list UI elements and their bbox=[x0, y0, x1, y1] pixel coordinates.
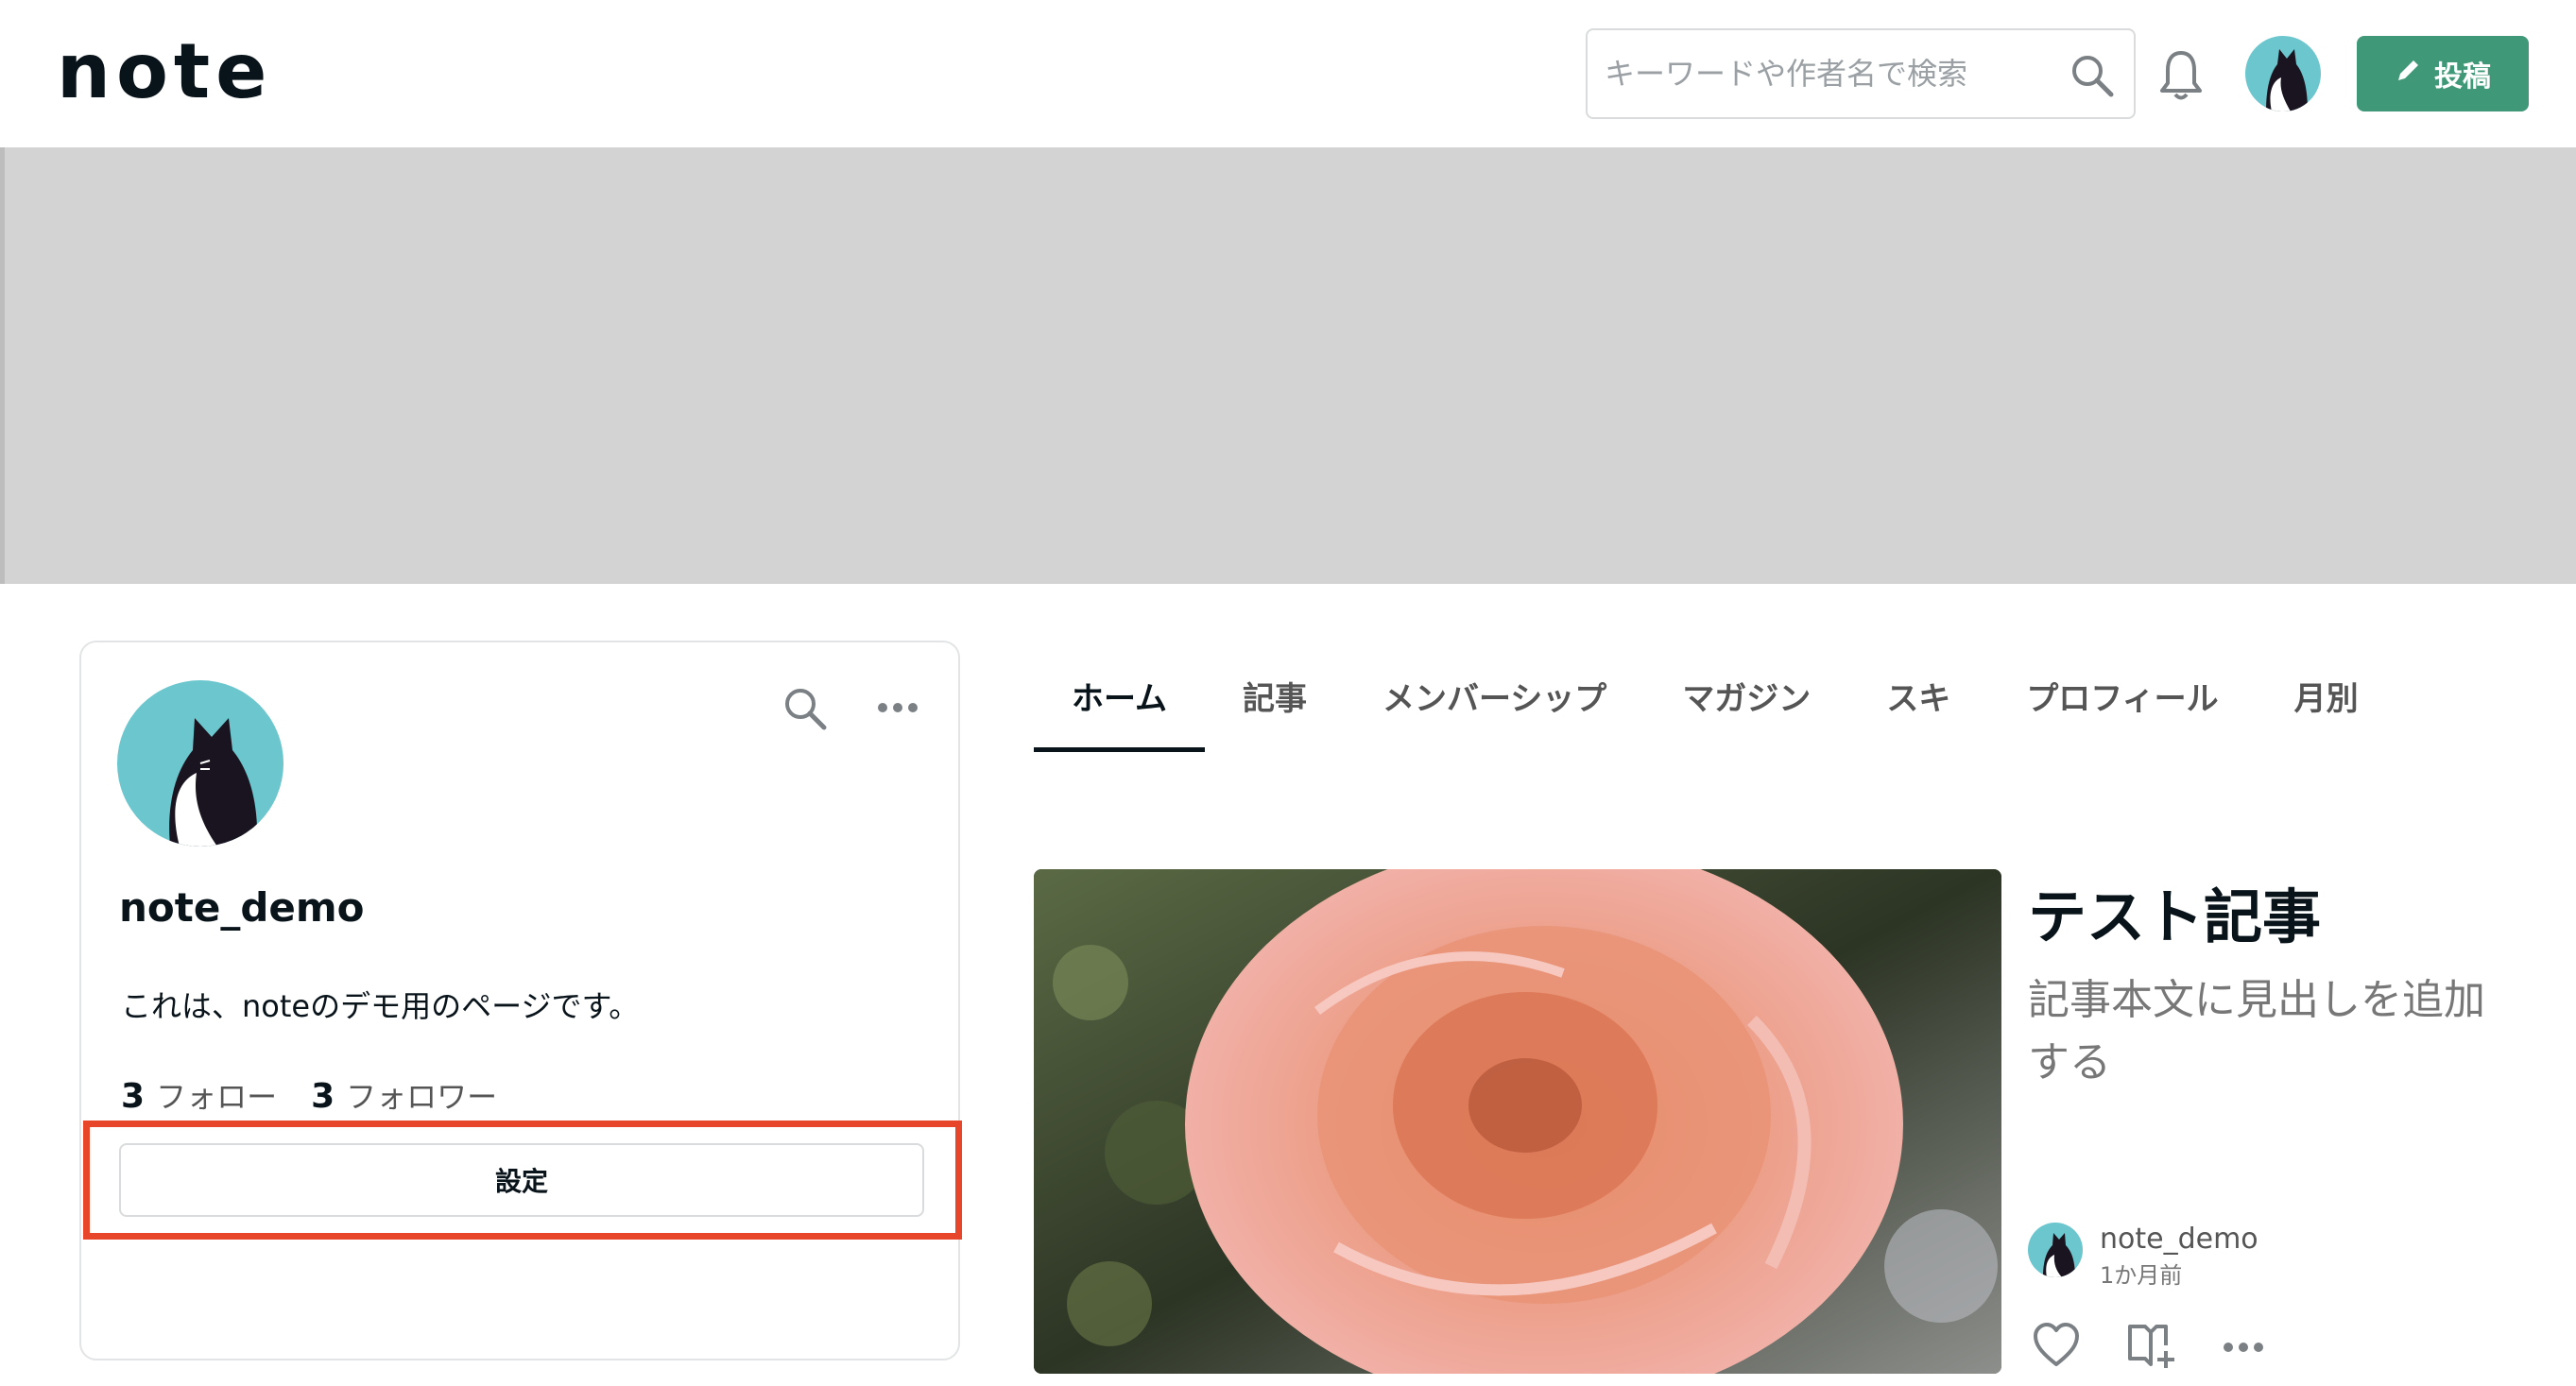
profile-bio: これは、noteのデモ用のページです。 bbox=[121, 988, 640, 1024]
follow-stats: 3 フォロー 3 フォロワー bbox=[121, 1073, 520, 1117]
bell-icon[interactable] bbox=[2156, 47, 2206, 104]
article-time: 1か月前 bbox=[2100, 1262, 2183, 1289]
profile-card: note_demo これは、noteのデモ用のページです。 3 フォロー 3 フ… bbox=[79, 641, 962, 1360]
header-banner bbox=[0, 147, 2576, 584]
pencil-icon bbox=[2395, 56, 2423, 92]
follower-label[interactable]: フォロワー bbox=[346, 1073, 497, 1117]
post-button[interactable]: 投稿 bbox=[2357, 36, 2529, 111]
tab-profile[interactable]: プロフィール bbox=[1988, 661, 2256, 752]
magazine-add-icon[interactable] bbox=[2124, 1319, 2177, 1372]
page: note 投稿 no bbox=[0, 0, 2576, 1386]
article-thumbnail[interactable] bbox=[1034, 869, 2001, 1374]
profile-tabs: ホーム 記事 メンバーシップ マガジン スキ プロフィール 月別 bbox=[1034, 661, 2396, 752]
settings-button[interactable]: 設定 bbox=[119, 1143, 924, 1217]
tab-membership[interactable]: メンバーシップ bbox=[1345, 661, 1644, 752]
tab-likes[interactable]: スキ bbox=[1848, 661, 1988, 752]
search-icon[interactable] bbox=[2068, 51, 2117, 100]
search-icon[interactable] bbox=[781, 684, 830, 733]
author-avatar[interactable] bbox=[2028, 1223, 2083, 1277]
profile-username: note_demo bbox=[119, 884, 365, 931]
article-title[interactable]: テスト記事 bbox=[2028, 869, 2321, 954]
author-name[interactable]: note_demo bbox=[2100, 1223, 2258, 1256]
more-icon[interactable] bbox=[2217, 1319, 2270, 1372]
note-logo[interactable]: note bbox=[57, 34, 272, 110]
tab-articles[interactable]: 記事 bbox=[1205, 661, 1345, 752]
profile-avatar[interactable] bbox=[117, 680, 283, 847]
follow-count[interactable]: 3 bbox=[121, 1077, 145, 1116]
post-button-label: 投稿 bbox=[2434, 60, 2491, 94]
follow-label[interactable]: フォロー bbox=[156, 1073, 277, 1117]
tab-home[interactable]: ホーム bbox=[1034, 661, 1205, 752]
header: note 投稿 bbox=[0, 0, 2576, 147]
article-subtitle: 記事本文に見出しを追加する bbox=[2028, 976, 2485, 1087]
user-avatar[interactable] bbox=[2245, 36, 2321, 111]
search-input[interactable] bbox=[1605, 47, 2049, 100]
search-box[interactable] bbox=[1586, 28, 2136, 119]
more-icon[interactable] bbox=[873, 693, 922, 722]
heart-icon[interactable] bbox=[2030, 1319, 2083, 1372]
tab-monthly[interactable]: 月別 bbox=[2257, 661, 2396, 752]
follower-count[interactable]: 3 bbox=[311, 1077, 335, 1116]
tab-magazine[interactable]: マガジン bbox=[1644, 661, 1848, 752]
